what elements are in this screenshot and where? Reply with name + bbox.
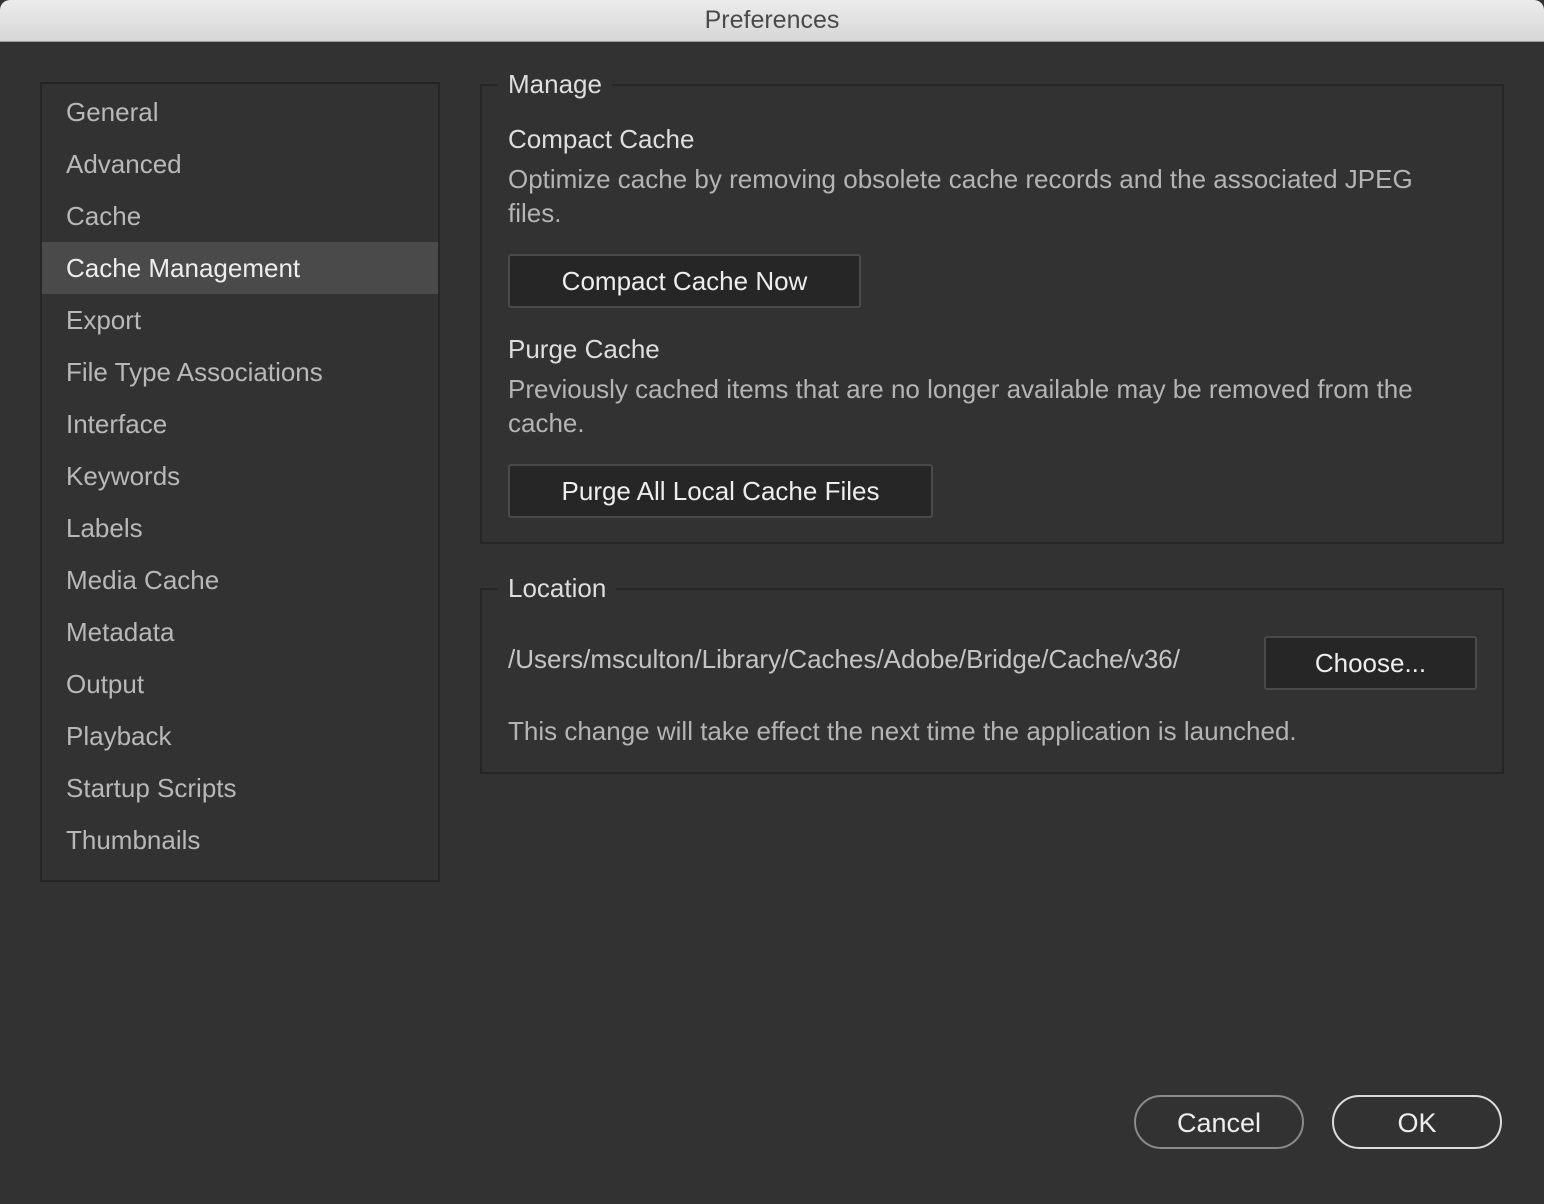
purge-all-local-cache-button[interactable]: Purge All Local Cache Files — [508, 464, 933, 518]
location-group: Location /Users/msculton/Library/Caches/… — [480, 568, 1504, 774]
sidebar-item-playback[interactable]: Playback — [42, 710, 438, 762]
cache-location-path: /Users/msculton/Library/Caches/Adobe/Bri… — [508, 644, 1180, 674]
sidebar-item-media-cache[interactable]: Media Cache — [42, 554, 438, 606]
sidebar-item-labels[interactable]: Labels — [42, 502, 438, 554]
compact-cache-now-button[interactable]: Compact Cache Now — [508, 254, 861, 308]
purge-cache-description: Previously cached items that are no long… — [508, 374, 1413, 438]
location-change-note: This change will take effect the next ti… — [508, 716, 1297, 746]
preferences-window: Preferences General Advanced Cache Cache… — [0, 0, 1544, 1204]
location-legend: Location — [498, 568, 617, 608]
sidebar-item-startup-scripts[interactable]: Startup Scripts — [42, 762, 438, 814]
ok-button[interactable]: OK — [1332, 1095, 1502, 1149]
window-title: Preferences — [704, 6, 840, 34]
sidebar-item-thumbnails[interactable]: Thumbnails — [42, 814, 438, 866]
sidebar-item-export[interactable]: Export — [42, 294, 438, 346]
preferences-sidebar: General Advanced Cache Cache Management … — [40, 82, 440, 882]
sidebar-item-file-type-associations[interactable]: File Type Associations — [42, 346, 438, 398]
title-bar[interactable]: Preferences — [0, 0, 1544, 42]
choose-location-button[interactable]: Choose... — [1264, 636, 1477, 690]
manage-legend: Manage — [498, 64, 612, 104]
purge-cache-heading: Purge Cache — [508, 334, 660, 364]
sidebar-list: General Advanced Cache Cache Management … — [42, 84, 438, 866]
sidebar-item-cache[interactable]: Cache — [42, 190, 438, 242]
sidebar-item-output[interactable]: Output — [42, 658, 438, 710]
sidebar-item-keywords[interactable]: Keywords — [42, 450, 438, 502]
sidebar-item-general[interactable]: General — [42, 86, 438, 138]
manage-group: Manage Compact Cache Optimize cache by r… — [480, 64, 1504, 544]
sidebar-item-cache-management[interactable]: Cache Management — [42, 242, 438, 294]
cancel-button[interactable]: Cancel — [1134, 1095, 1304, 1149]
sidebar-item-interface[interactable]: Interface — [42, 398, 438, 450]
compact-cache-heading: Compact Cache — [508, 124, 695, 154]
sidebar-item-metadata[interactable]: Metadata — [42, 606, 438, 658]
compact-cache-description: Optimize cache by removing obsolete cach… — [508, 164, 1413, 228]
sidebar-item-advanced[interactable]: Advanced — [42, 138, 438, 190]
